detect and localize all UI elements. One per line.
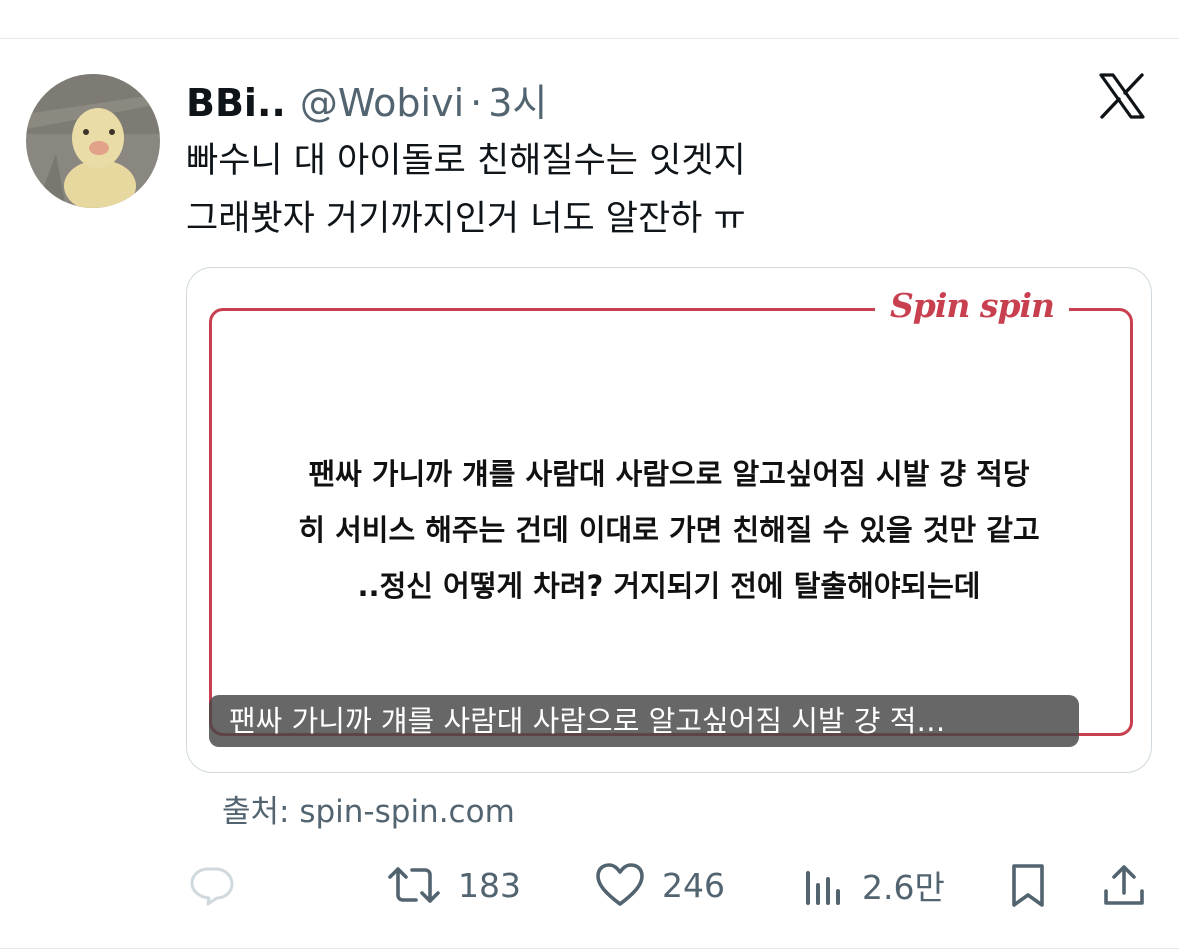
action-bar: 183 246 2.6만 — [0, 850, 1179, 920]
reply-icon — [190, 867, 234, 906]
tweet-text-line: 빠수니 대 아이돌로 친해질수는 잇겟지 — [186, 141, 746, 181]
bookmark-icon — [1012, 864, 1044, 907]
bookmark-button[interactable] — [1006, 850, 1050, 920]
display-name[interactable]: BBi.. — [186, 81, 286, 125]
retweet-button[interactable]: 183 — [386, 850, 521, 920]
retweet-count: 183 — [458, 865, 521, 905]
like-count: 246 — [662, 865, 725, 905]
tweet-text-line: 그래봣자 거기까지인거 너도 알잔하 ㅠ — [186, 199, 746, 239]
separator-dot: · — [470, 81, 483, 125]
share-icon — [1104, 865, 1144, 905]
quote-line: ..정신 어떻게 차려? 거지되기 전에 탈출해야되는데 — [357, 569, 981, 603]
tweet-header: BBi.. @Wobivi · 3시 — [186, 72, 547, 125]
quote-line: 히 서비스 해주는 건데 이대로 가면 친해질 수 있을 것만 같고 — [298, 513, 1040, 547]
card-caption: 팬싸 가니까 걔를 사람대 사람으로 알고싶어짐 시발 걍 적… — [209, 695, 1079, 747]
tweet-text: 빠수니 대 아이돌로 친해질수는 잇겟지 그래봣자 거기까지인거 너도 알잔하 … — [186, 132, 1086, 248]
heart-icon — [596, 863, 644, 906]
bottom-divider — [0, 948, 1179, 949]
link-source[interactable]: 출처: spin-spin.com — [222, 786, 515, 831]
timestamp[interactable]: 3시 — [488, 72, 547, 127]
views-button[interactable]: 2.6만 — [802, 850, 945, 920]
reply-button[interactable] — [188, 850, 236, 920]
views-count: 2.6만 — [862, 868, 945, 907]
share-button[interactable] — [1100, 850, 1148, 920]
brand-logo: Spin spin — [889, 286, 1055, 325]
avatar[interactable] — [26, 74, 160, 208]
like-button[interactable]: 246 — [594, 850, 725, 920]
x-logo-icon[interactable] — [1098, 72, 1146, 120]
views-icon — [806, 871, 840, 905]
retweet-icon — [388, 867, 440, 903]
card-quote: 팬싸 가니까 걔를 사람대 사람으로 알고싶어짐 시발 걍 적당 히 서비스 해… — [227, 446, 1111, 614]
quote-line: 팬싸 가니까 걔를 사람대 사람으로 알고싶어짐 시발 걍 적당 — [308, 457, 1030, 491]
user-handle[interactable]: @Wobivi — [300, 81, 464, 125]
link-card[interactable]: Spin spin 팬싸 가니까 걔를 사람대 사람으로 알고싶어짐 시발 걍 … — [186, 267, 1152, 773]
top-divider — [0, 38, 1179, 39]
